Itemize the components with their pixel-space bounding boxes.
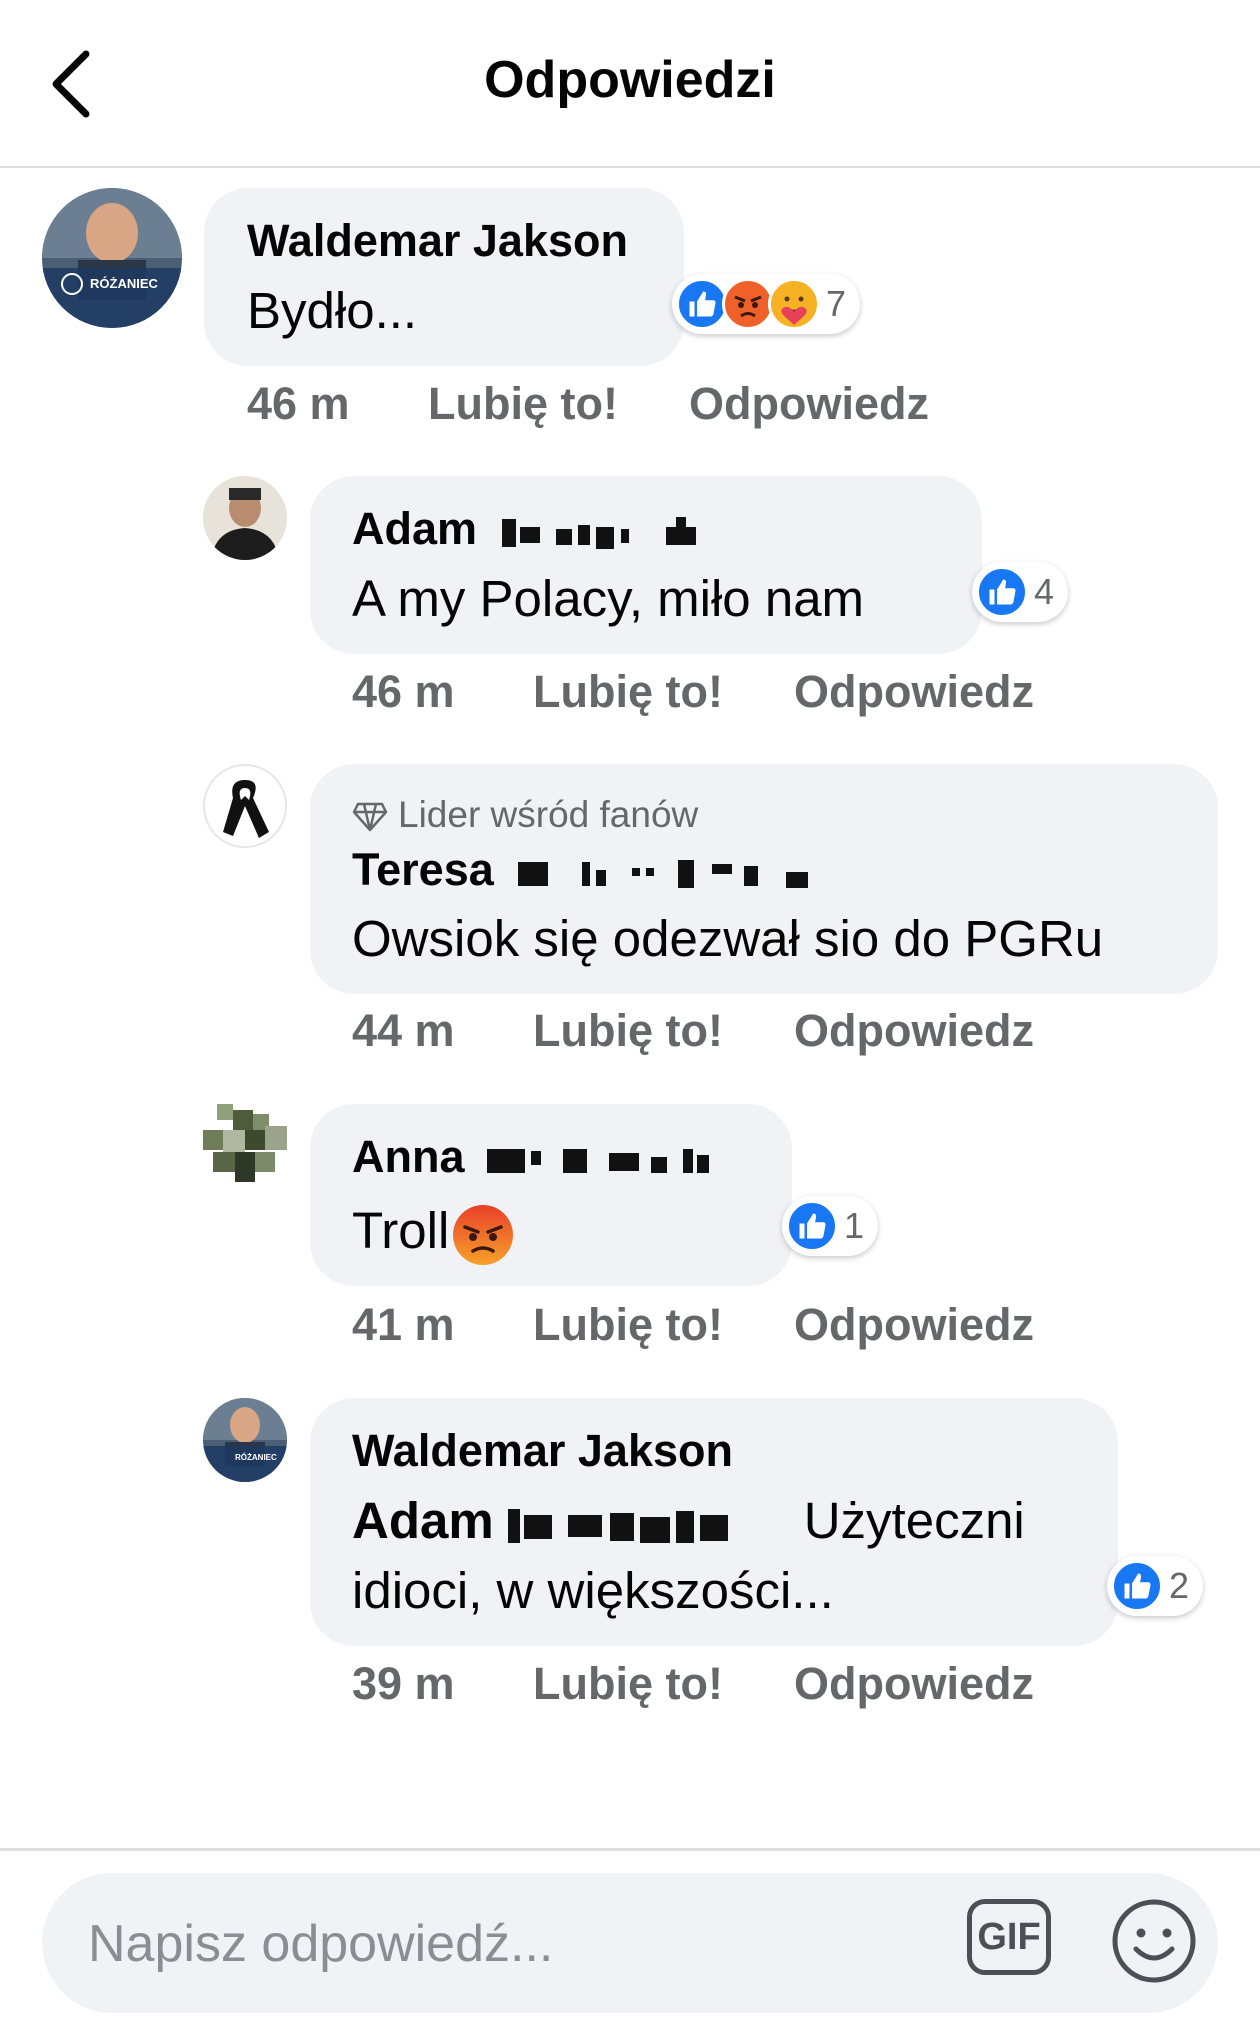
author-first-name: Adam [352, 503, 478, 554]
like-reaction-icon [976, 566, 1028, 618]
reply-composer: GIF [0, 1848, 1260, 2034]
comment-time: 39 m [352, 1658, 455, 1709]
reply-button[interactable]: Odpowiedz [794, 666, 1034, 718]
care-reaction-icon [768, 278, 820, 330]
top-bar: Odpowiedzi [0, 0, 1260, 168]
fan-badge: Lider wśród fanów [352, 794, 698, 836]
mention-tag[interactable]: Adam [352, 1492, 804, 1549]
comment-time: 41 m [352, 1299, 455, 1350]
redacted-name [501, 517, 696, 550]
reply-button[interactable]: Odpowiedz [794, 1005, 1034, 1057]
comment-time: 46 m [247, 378, 350, 429]
redacted-name [487, 1149, 710, 1174]
comment-text: Owsiok się odezwał sio do PGRu [352, 910, 1104, 967]
reaction-count: 4 [1034, 571, 1055, 612]
comment-author[interactable]: Waldemar Jakson [247, 215, 628, 267]
reply-button[interactable]: Odpowiedz [794, 1658, 1034, 1710]
like-button[interactable]: Lubię to! [533, 1658, 723, 1710]
author-first-name: Anna [352, 1131, 465, 1182]
reply-input[interactable] [86, 1901, 990, 1987]
comment-text-line1: Użyteczni [803, 1492, 1025, 1549]
comment-author[interactable]: Anna [352, 1131, 763, 1183]
comment-text: A my Polacy, miło nam [352, 570, 865, 627]
reaction-summary[interactable]: 2 [1107, 1556, 1204, 1616]
avatar[interactable]: RÓŻANIEC [42, 188, 182, 328]
author-first-name: Teresa [352, 844, 494, 895]
reaction-summary[interactable]: 1 [782, 1196, 879, 1256]
comment-text: idioci, w większości... [352, 1562, 834, 1619]
avatar[interactable] [203, 1104, 287, 1188]
angry-emoji-icon [453, 1204, 514, 1265]
mention-first-name: Adam [352, 1492, 494, 1549]
comment-author[interactable]: Adam [352, 503, 736, 555]
comment-text: Troll [352, 1196, 515, 1267]
avatar-caption: RÓŻANIEC [235, 1453, 277, 1462]
like-reaction-icon [1111, 1560, 1163, 1612]
page-title: Odpowiedzi [484, 51, 776, 109]
smiley-icon[interactable] [1110, 1897, 1198, 1985]
diamond-icon [352, 802, 388, 832]
comment-time: 44 m [352, 1005, 455, 1056]
reply-button[interactable]: Odpowiedz [689, 378, 929, 430]
redacted-name [518, 860, 809, 889]
redacted-name [507, 1508, 728, 1543]
avatar-caption: RÓŻANIEC [90, 276, 159, 291]
comment-text: Adam Użyteczni [352, 1486, 1025, 1556]
comment-author[interactable]: Teresa [352, 844, 882, 896]
comment-author[interactable]: Waldemar Jakson [352, 1425, 733, 1477]
avatar[interactable] [203, 764, 287, 848]
angry-reaction-icon [722, 278, 774, 330]
avatar[interactable]: RÓŻANIEC [203, 1398, 287, 1482]
avatar[interactable] [203, 476, 287, 560]
reaction-count: 7 [826, 283, 847, 324]
gif-button[interactable]: GIF [967, 1899, 1051, 1975]
like-reaction-icon [676, 278, 728, 330]
reaction-summary[interactable]: 4 [972, 562, 1069, 622]
comment-text-content: Troll [352, 1202, 450, 1259]
reaction-count: 2 [1169, 1565, 1190, 1606]
fan-badge-label: Lider wśród fanów [398, 794, 699, 835]
comment-text: Bydło... [247, 282, 418, 339]
reaction-count: 1 [844, 1205, 865, 1246]
reply-button[interactable]: Odpowiedz [794, 1299, 1034, 1351]
like-button[interactable]: Lubię to! [533, 666, 723, 718]
like-button[interactable]: Lubię to! [533, 1005, 723, 1057]
like-reaction-icon [786, 1200, 838, 1252]
reaction-summary[interactable]: 7 [672, 274, 861, 334]
like-button[interactable]: Lubię to! [428, 378, 618, 430]
comment-time: 46 m [352, 666, 455, 717]
composer-field[interactable]: GIF [42, 1873, 1218, 2013]
like-button[interactable]: Lubię to! [533, 1299, 723, 1351]
